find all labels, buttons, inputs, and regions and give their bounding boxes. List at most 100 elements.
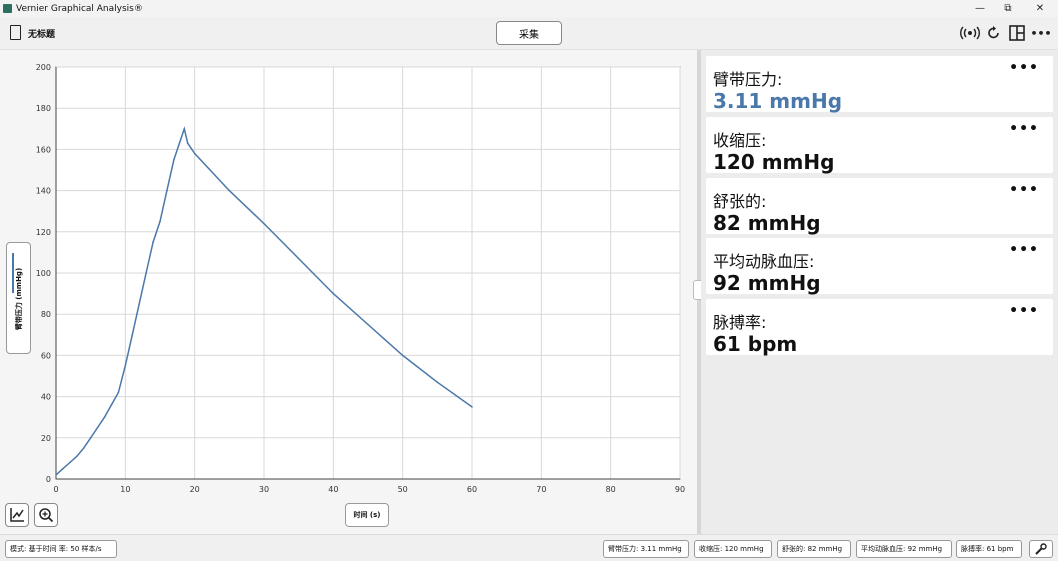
data-point bbox=[436, 381, 439, 383]
data-point bbox=[297, 257, 300, 260]
document-icon[interactable] bbox=[10, 25, 21, 40]
data-point bbox=[228, 189, 231, 192]
x-axis-label-button[interactable]: 时间 (s) bbox=[345, 503, 389, 527]
meter-pulse-rate[interactable]: 脉搏率: 61 bpm ••• bbox=[706, 299, 1053, 356]
data-point bbox=[76, 455, 78, 458]
data-point bbox=[367, 323, 369, 326]
meter-menu-icon[interactable]: ••• bbox=[1009, 121, 1039, 137]
data-point bbox=[401, 354, 404, 357]
meter-mean-arterial-pressure[interactable]: 平均动脉血压: 92 mmHg ••• bbox=[706, 238, 1053, 295]
status-chip-cuff-pressure[interactable]: 臂带压力: 3.11 mmHg bbox=[603, 540, 689, 558]
graph-options-button[interactable] bbox=[5, 503, 29, 527]
x-tick-label: 50 bbox=[398, 485, 408, 494]
status-bar: 模式: 基于时间 率: 50 样本/s 臂带压力: 3.11 mmHg 收缩压:… bbox=[0, 534, 1058, 561]
data-point bbox=[166, 189, 168, 192]
data-point bbox=[103, 416, 106, 419]
x-tick-label: 60 bbox=[467, 485, 477, 494]
x-tick-label: 90 bbox=[675, 485, 685, 494]
meter-menu-icon[interactable]: ••• bbox=[1009, 303, 1039, 319]
data-point bbox=[263, 222, 265, 225]
minimize-button[interactable]: — bbox=[966, 0, 994, 17]
zoom-button[interactable] bbox=[34, 503, 58, 527]
meter-menu-icon[interactable]: ••• bbox=[1009, 60, 1039, 76]
window-title: Vernier Graphical Analysis® bbox=[16, 3, 143, 14]
y-tick-label: 60 bbox=[41, 351, 51, 360]
status-chip-mean-arterial-pressure[interactable]: 平均动脉血压: 92 mmHg bbox=[856, 540, 952, 558]
app-logo-icon bbox=[3, 4, 12, 13]
graph-options-icon bbox=[10, 508, 24, 522]
data-point bbox=[96, 426, 99, 429]
data-point bbox=[186, 142, 189, 145]
more-options-icon[interactable]: ••• bbox=[1030, 23, 1051, 43]
status-chip-diastolic[interactable]: 舒张的: 82 mmHg bbox=[777, 540, 851, 558]
restore-button[interactable]: ⧉ bbox=[994, 0, 1022, 17]
data-point bbox=[138, 303, 140, 305]
meter-value: 61 bpm bbox=[713, 332, 798, 356]
data-point bbox=[145, 272, 147, 274]
y-tick-label: 160 bbox=[36, 145, 51, 154]
layout-icon[interactable] bbox=[1007, 23, 1027, 43]
data-point bbox=[82, 447, 85, 449]
zoom-icon bbox=[39, 508, 54, 523]
data-point bbox=[152, 241, 154, 243]
sensor-connection-icon[interactable] bbox=[960, 23, 980, 43]
y-tick-label: 200 bbox=[36, 63, 51, 72]
x-tick-label: 10 bbox=[120, 485, 130, 494]
data-point bbox=[183, 128, 186, 130]
data-point bbox=[193, 152, 196, 155]
y-axis-label-button[interactable]: 臂带压力 (mmHg) bbox=[6, 242, 31, 354]
title-bar: Vernier Graphical Analysis® — ⧉ ✕ bbox=[0, 0, 1058, 17]
wrench-icon bbox=[1035, 543, 1047, 555]
data-point bbox=[173, 158, 175, 161]
collect-button[interactable]: 采集 bbox=[496, 21, 562, 45]
meter-value: 92 mmHg bbox=[713, 271, 821, 295]
y-axis-label: 臂带压力 (mmHg) bbox=[15, 267, 23, 331]
meter-menu-icon[interactable]: ••• bbox=[1009, 242, 1039, 258]
y-tick-label: 120 bbox=[36, 228, 51, 237]
y-tick-label: 40 bbox=[41, 393, 51, 402]
settings-button[interactable] bbox=[1029, 540, 1053, 558]
x-tick-label: 30 bbox=[259, 485, 269, 494]
data-point bbox=[471, 406, 473, 408]
reset-icon[interactable] bbox=[984, 23, 1004, 43]
data-point bbox=[124, 364, 127, 367]
data-point bbox=[131, 334, 134, 336]
meter-label: 舒张的: bbox=[713, 192, 767, 211]
document-title[interactable]: 无标题 bbox=[28, 27, 55, 40]
x-tick-label: 70 bbox=[536, 485, 546, 494]
x-tick-label: 80 bbox=[606, 485, 616, 494]
meter-label: 脉搏率: bbox=[713, 313, 767, 332]
data-point bbox=[180, 138, 182, 140]
y-tick-label: 140 bbox=[36, 187, 51, 196]
meter-value: 3.11 mmHg bbox=[713, 89, 843, 113]
y-tick-label: 180 bbox=[36, 104, 51, 113]
meter-systolic[interactable]: 收缩压: 120 mmHg ••• bbox=[706, 117, 1053, 174]
data-point bbox=[69, 461, 71, 464]
x-tick-label: 40 bbox=[328, 485, 338, 494]
x-tick-label: 20 bbox=[190, 485, 200, 494]
mode-rate-button[interactable]: 模式: 基于时间 率: 50 样本/s bbox=[5, 540, 117, 558]
data-point bbox=[117, 391, 120, 394]
meter-pane: 臂带压力: 3.11 mmHg ••• 收缩压: 120 mmHg ••• 舒张… bbox=[701, 50, 1058, 534]
meter-cuff-pressure[interactable]: 臂带压力: 3.11 mmHg ••• bbox=[706, 56, 1053, 113]
meter-label: 收缩压: bbox=[713, 131, 767, 150]
data-point bbox=[55, 474, 57, 476]
y-tick-label: 0 bbox=[46, 475, 51, 484]
meter-label: 平均动脉血压: bbox=[713, 252, 815, 271]
data-point bbox=[89, 437, 92, 439]
data-point bbox=[332, 292, 335, 295]
close-button[interactable]: ✕ bbox=[1026, 0, 1054, 17]
meter-diastolic[interactable]: 舒张的: 82 mmHg ••• bbox=[706, 178, 1053, 235]
toolbar: 无标题 采集 ••• bbox=[0, 17, 1058, 50]
data-point bbox=[159, 220, 161, 223]
status-chip-systolic[interactable]: 收缩压: 120 mmHg bbox=[694, 540, 772, 558]
data-point bbox=[110, 404, 113, 406]
status-chip-pulse-rate[interactable]: 脉搏率: 61 bpm bbox=[956, 540, 1022, 558]
x-tick-label: 0 bbox=[53, 485, 58, 494]
meter-label: 臂带压力: bbox=[713, 70, 783, 89]
meter-menu-icon[interactable]: ••• bbox=[1009, 182, 1039, 198]
meter-value: 82 mmHg bbox=[713, 211, 821, 235]
pressure-time-chart: 0 10 20 30 40 50 60 70 80 90 0 20 40 60 80 100 120 140 160… bbox=[36, 63, 685, 494]
data-point bbox=[62, 467, 64, 470]
y-tick-label: 20 bbox=[41, 434, 51, 443]
